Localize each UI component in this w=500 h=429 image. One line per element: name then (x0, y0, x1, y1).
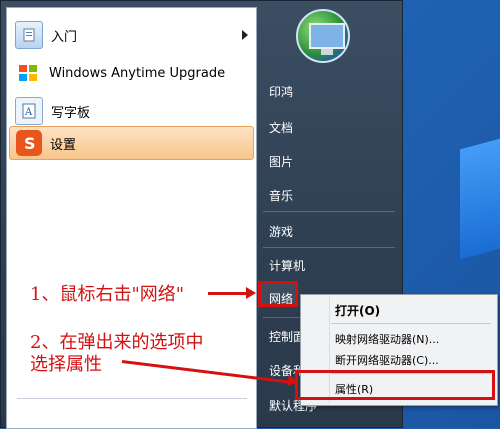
right-item-computer[interactable]: 计算机 (269, 257, 305, 274)
getting-started-icon (15, 21, 43, 49)
right-divider (263, 211, 395, 212)
network-highlight-box (258, 281, 298, 307)
annotation-arrow-shaft (208, 292, 250, 295)
right-item-user-folder[interactable]: 印鸿 (269, 83, 293, 100)
menu-item-getting-started[interactable]: 入门 (9, 18, 254, 52)
right-divider (263, 247, 395, 248)
annotation-step1: 1、鼠标右击"网络" (30, 284, 185, 305)
context-item-open[interactable]: 打开(O) (335, 302, 380, 319)
monitor-icon (309, 23, 345, 55)
menu-item-settings[interactable]: S 设置 (9, 126, 254, 160)
right-item-documents[interactable]: 文档 (269, 119, 293, 136)
svg-text:S: S (24, 134, 36, 152)
properties-highlight-box (295, 370, 495, 400)
menu-item-label: 设置 (50, 137, 77, 153)
menu-item-label: 入门 (51, 29, 78, 45)
context-item-disconnect-drive[interactable]: 断开网络驱动器(C)... (335, 352, 439, 368)
wordpad-icon: A (15, 97, 43, 125)
submenu-arrow-icon (242, 30, 248, 40)
right-item-music[interactable]: 音乐 (269, 187, 293, 204)
svg-text:A: A (24, 107, 33, 118)
left-pane-divider (17, 398, 247, 399)
windows-flag-icon (15, 60, 41, 86)
right-item-pictures[interactable]: 图片 (269, 153, 293, 170)
menu-item-label: 写字板 (51, 105, 91, 121)
annotation-step2-line2: 选择属性 (30, 354, 102, 375)
annotation-arrow-head (246, 287, 256, 299)
right-item-games[interactable]: 游戏 (269, 223, 293, 240)
menu-item-wordpad[interactable]: A 写字板 (9, 94, 254, 128)
menu-item-label: Windows Anytime Upgrade (49, 65, 226, 81)
menu-item-windows-anytime-upgrade[interactable]: Windows Anytime Upgrade (9, 56, 254, 90)
context-item-map-drive[interactable]: 映射网络驱动器(N)... (335, 331, 439, 347)
sogou-s-icon: S (16, 130, 42, 156)
context-divider (331, 323, 491, 324)
annotation-arrow-head (287, 374, 299, 388)
windows-logo-decoration (460, 130, 500, 260)
